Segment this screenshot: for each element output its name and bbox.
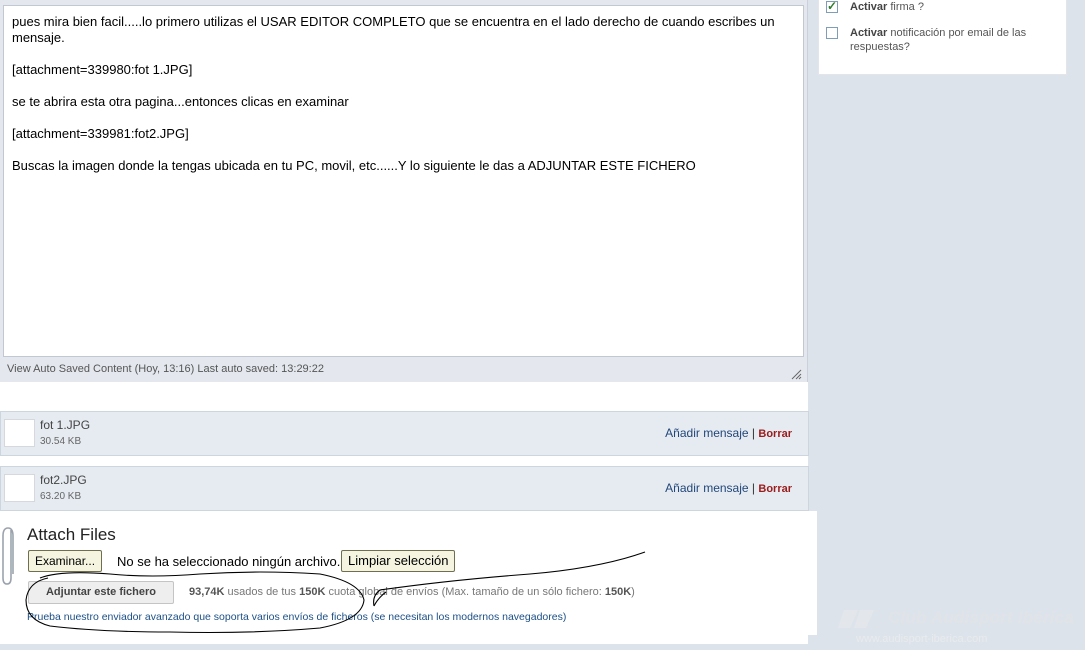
watermark-brand: Club Audisport Ibérica (888, 608, 1075, 627)
attach-files-title: Attach Files (27, 525, 116, 544)
attachment-size: 63.20 KB (40, 491, 82, 502)
delete-attachment-link[interactable]: Borrar (758, 483, 792, 495)
signature-option[interactable]: Activar firma ? (826, 0, 1066, 14)
email-notification-checkbox[interactable] (826, 27, 838, 39)
attachment-row: fot 1.JPG 30.54 KB Añadir mensaje | Borr… (0, 411, 809, 456)
attach-file-button[interactable]: Adjuntar este fichero (28, 581, 174, 604)
signature-checkbox[interactable] (826, 0, 838, 13)
clear-selection-button[interactable]: Limpiar selección (341, 550, 456, 572)
delete-attachment-link[interactable]: Borrar (758, 428, 792, 440)
attach-files-section: Attach Files Examinar... No se ha selecc… (0, 511, 818, 635)
resize-grip-icon[interactable] (790, 368, 802, 380)
attachment-thumbnail (4, 474, 35, 502)
editor-paragraph: Buscas la imagen donde la tengas ubicada… (12, 158, 696, 173)
right-sidebar (808, 0, 1085, 650)
attachment-thumbnail (4, 419, 35, 447)
quota-info: 93,74K usados de tus 150K cuota global d… (189, 586, 635, 598)
signature-option-label: Activar firma ? (850, 1, 924, 13)
email-notification-option[interactable]: Activar notificación por email de las re… (826, 26, 1066, 54)
action-separator: | (751, 426, 756, 440)
advanced-uploader-link[interactable]: Prueba nuestro enviador avanzado que sop… (27, 611, 566, 623)
attachment-actions: Añadir mensaje | Borrar (665, 481, 792, 495)
email-notification-label: Activar notificación por email de las re… (850, 27, 1027, 53)
watermark-url: www.audisport-iberica.com (856, 633, 988, 645)
attachment-size: 30.54 KB (40, 436, 82, 447)
no-file-selected-text: No se ha seleccionado ningún archivo. (117, 554, 341, 569)
editor-paragraph: [attachment=339981:fot2.JPG] (12, 126, 189, 141)
attachment-name: fot 1.JPG (40, 418, 91, 432)
autosave-status[interactable]: View Auto Saved Content (Hoy, 13:16) Las… (7, 363, 324, 375)
paperclip-icon (2, 527, 14, 585)
editor-container: pues mira bien facil.....lo primero util… (0, 0, 808, 382)
attachment-name: fot2.JPG (40, 473, 87, 487)
add-to-post-link[interactable]: Añadir mensaje (665, 426, 748, 440)
attachment-actions: Añadir mensaje | Borrar (665, 426, 792, 440)
message-editor[interactable]: pues mira bien facil.....lo primero util… (3, 5, 804, 357)
editor-paragraph: [attachment=339980:fot 1.JPG] (12, 62, 193, 77)
action-separator: | (751, 481, 756, 495)
club-logo-icon (838, 610, 874, 628)
editor-paragraph: se te abrira esta otra pagina...entonces… (12, 94, 349, 109)
attachment-row: fot2.JPG 63.20 KB Añadir mensaje | Borra… (0, 466, 809, 511)
browse-button[interactable]: Examinar... (28, 550, 103, 572)
editor-paragraph: pues mira bien facil.....lo primero util… (12, 14, 775, 45)
add-to-post-link[interactable]: Añadir mensaje (665, 481, 748, 495)
